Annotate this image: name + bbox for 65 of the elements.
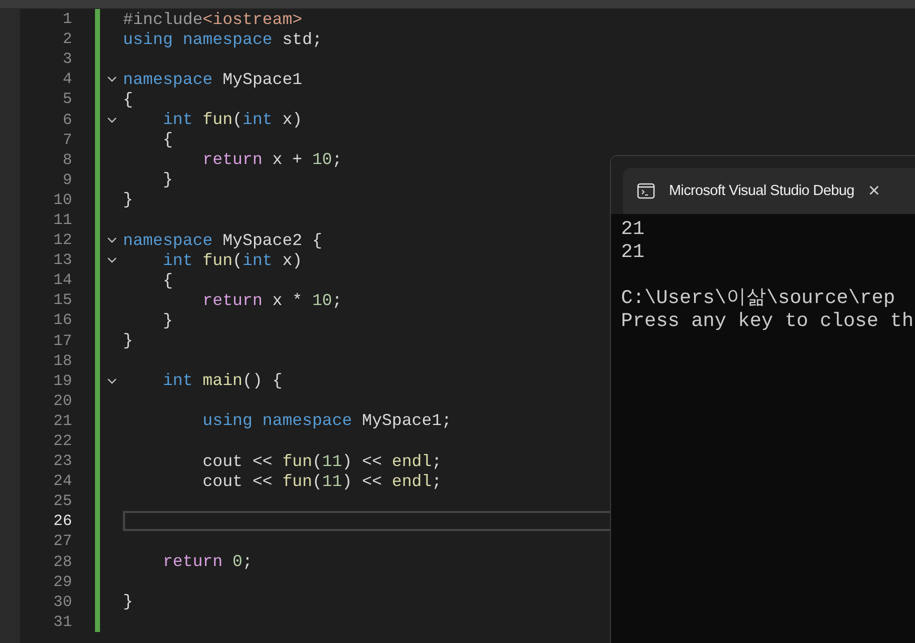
line-number: 6 [62,110,72,130]
code-line: { [162,270,173,290]
line-number: 17 [52,330,72,351]
code-line: return 0; [162,552,252,572]
line-number: 16 [52,310,72,330]
line-number: 3 [62,49,72,70]
code-line: cout << fun(11) << endl; [202,452,442,471]
collapse-chevron-icon[interactable] [106,116,116,123]
collapse-chevron-icon[interactable] [106,257,116,264]
line-number: 30 [52,592,72,612]
code-line: } [123,331,133,350]
console-tab[interactable]: Microsoft Visual Studio Debug × [623,168,915,214]
code-line: int fun(int x) [162,110,302,130]
code-line: { [162,130,173,150]
line-number: 31 [52,612,72,632]
line-number: 23 [52,451,72,472]
code-line: using namespace std; [123,30,322,49]
collapse-chevron-icon[interactable] [106,237,116,244]
line-number: 22 [52,431,72,452]
line-number: 1 [62,9,72,30]
collapse-chevron-icon[interactable] [106,76,116,82]
line-number: 2 [62,29,72,50]
line-number: 12 [52,230,72,250]
line-number: 14 [52,270,72,290]
line-number: 4 [62,69,72,90]
line-number: 19 [52,370,72,391]
code-line: using namespace MySpace1; [202,411,452,430]
line-number: 27 [52,531,72,552]
line-number: 15 [52,290,72,310]
line-number: 21 [52,410,72,431]
line-number: 11 [52,210,72,230]
code-line: int fun(int x) [162,250,302,270]
code-line: #include<iostream> [123,10,302,29]
line-number: 5 [62,89,72,110]
line-number: 9 [62,170,72,190]
code-line: return x + 10; [202,150,342,170]
line-number: 28 [52,552,72,572]
console-output-line: 21 [621,218,644,240]
code-line: } [123,592,133,612]
terminal-icon [637,183,655,199]
code-line: return x * 10; [202,290,342,310]
collapse-chevron-icon[interactable] [106,378,116,384]
console-output-line: 21 [621,241,644,263]
code-line: cout << fun(11) << endl; [202,472,442,491]
line-number: 13 [52,250,72,270]
console-output-line: Press any key to close th [621,310,914,332]
line-number: 25 [52,491,72,512]
line-number: 24 [52,471,72,492]
code-line: } [162,170,173,190]
line-number: 26 [52,511,72,532]
line-number: 7 [62,130,72,150]
code-line: { [123,90,133,109]
line-number: 20 [52,390,72,411]
line-number: 29 [52,572,72,592]
line-number: 10 [52,190,72,210]
code-line: } [162,310,173,330]
close-button[interactable]: × [868,180,880,202]
code-line: namespace MySpace1 [123,70,302,89]
code-line: namespace MySpace2 { [123,230,322,250]
line-number: 18 [52,350,72,371]
code-line: int main() { [162,371,282,390]
code-line: } [123,190,133,210]
console-title: Microsoft Visual Studio Debug [669,183,854,199]
line-number: 8 [62,150,72,170]
console-output-line: C:\Users\이삶\source\rep [621,287,896,309]
